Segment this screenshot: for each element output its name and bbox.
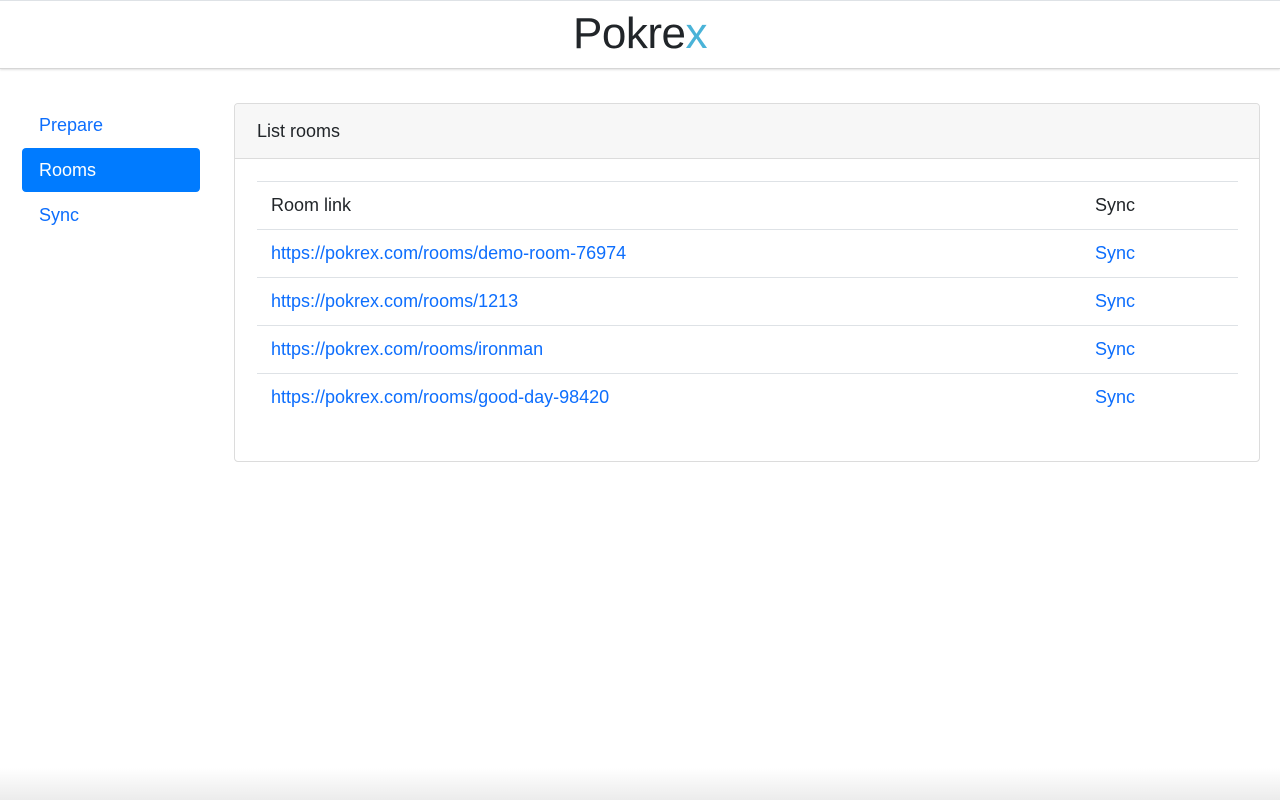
column-header-room-link: Room link [257, 181, 1095, 230]
sidebar-item-sync[interactable]: Sync [22, 193, 200, 237]
sync-link[interactable]: Sync [1095, 277, 1238, 326]
rooms-card: List rooms Room link Sync https://pokrex… [234, 103, 1260, 462]
sidebar-nav: Prepare Rooms Sync [22, 103, 200, 238]
brand-logo[interactable]: Pokrex [573, 12, 707, 56]
column-header-sync: Sync [1095, 181, 1238, 230]
brand-name: Pokre [573, 9, 686, 58]
table-row: https://pokrex.com/rooms/demo-room-76974… [257, 229, 1238, 278]
room-link[interactable]: https://pokrex.com/rooms/good-day-98420 [257, 373, 1095, 422]
room-link[interactable]: https://pokrex.com/rooms/demo-room-76974 [257, 229, 1095, 278]
rooms-table-wrapper: Room link Sync https://pokrex.com/rooms/… [257, 181, 1238, 422]
room-link[interactable]: https://pokrex.com/rooms/ironman [257, 325, 1095, 374]
card-title: List rooms [235, 104, 1259, 159]
sidebar-item-rooms[interactable]: Rooms [22, 148, 200, 192]
sync-link[interactable]: Sync [1095, 373, 1238, 422]
sync-link[interactable]: Sync [1095, 229, 1238, 278]
room-link[interactable]: https://pokrex.com/rooms/1213 [257, 277, 1095, 326]
sidebar-item-prepare[interactable]: Prepare [22, 103, 200, 147]
table-row: https://pokrex.com/rooms/1213 Sync [257, 277, 1238, 326]
table-row: https://pokrex.com/rooms/ironman Sync [257, 325, 1238, 374]
brand-accent: x [685, 9, 707, 58]
bottom-shadow [0, 768, 1280, 800]
rooms-table: Room link Sync https://pokrex.com/rooms/… [257, 181, 1238, 422]
table-row: https://pokrex.com/rooms/good-day-98420 … [257, 373, 1238, 422]
table-header-row: Room link Sync [257, 181, 1238, 230]
sync-link[interactable]: Sync [1095, 325, 1238, 374]
top-navbar: Pokrex [0, 0, 1280, 69]
